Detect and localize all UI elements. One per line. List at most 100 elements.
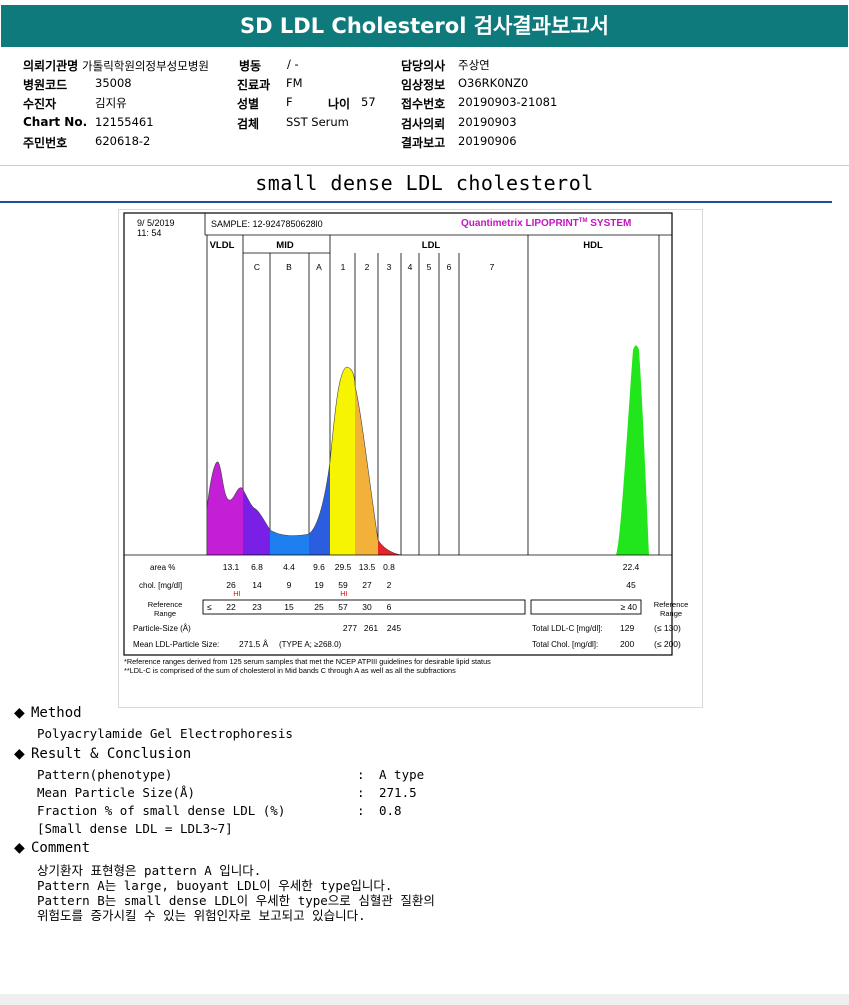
peak-segment xyxy=(355,386,378,555)
band-dividers xyxy=(206,235,660,555)
info-row-report-date: 결과보고 20190906 xyxy=(401,134,517,150)
hi-flag-vldl: HI xyxy=(233,589,241,598)
patient-info: 의뢰기관명 가톨릭학원의정부성모병원 병원코드 35008 수진자 김지유 Char… xyxy=(0,55,849,165)
mean-size-type: (TYPE A; ≥268.0) xyxy=(279,640,342,649)
band-label: C xyxy=(254,262,260,272)
report-time: 11: 54 xyxy=(137,228,161,238)
lipoprint-chart: 9/ 5/2019 11: 54 SAMPLE: 12-9247850628l0… xyxy=(123,212,689,675)
band-labels: C B A 1 2 3 4 5 6 7 xyxy=(254,262,495,272)
particle-1: 277 xyxy=(343,623,357,633)
divider-blue xyxy=(0,201,832,203)
area-value: 13.5 xyxy=(359,562,376,572)
band-label: 6 xyxy=(447,262,452,272)
ref-label-left: Reference Range xyxy=(148,600,183,618)
ref-value: 22 xyxy=(226,602,236,612)
chol-value: 14 xyxy=(252,580,262,590)
ref-row: 22 23 15 25 57 30 6 xyxy=(226,602,391,612)
hi-flag-ldl1: HI xyxy=(340,589,348,598)
result-heading: ◆ Result & Conclusion xyxy=(14,746,192,762)
total-chol-ref: (≤ 200) xyxy=(654,639,681,649)
area-value: 22.4 xyxy=(623,562,640,572)
report-title: SD LDL Cholesterol 검사결과보고서 xyxy=(1,5,848,47)
diamond-bullet-icon: ◆ xyxy=(14,705,25,721)
comment-line-4: 위험도를 증가시킬 수 있는 위험인자로 보고되고 있습니다. xyxy=(37,908,366,923)
peak-segment xyxy=(270,530,309,555)
particle-label: Particle-Size (Å) xyxy=(133,624,191,633)
group-label-ldl: LDL xyxy=(422,240,441,251)
comment-heading: ◆ Comment xyxy=(14,840,91,856)
total-ldl-label: Total LDL-C [mg/dl]: xyxy=(532,624,603,633)
group-label-vldl: VLDL xyxy=(210,240,235,251)
info-row-chart-no: Chart No. 12155461 xyxy=(23,115,154,129)
band-label: 5 xyxy=(427,262,432,272)
particle-2: 261 xyxy=(364,623,378,633)
info-row-resident-no: 주민번호 620618-2 xyxy=(23,134,151,150)
chol-value: 45 xyxy=(626,580,636,590)
info-row-hospital-code: 병원코드 35008 xyxy=(23,76,132,92)
band-label: 3 xyxy=(387,262,392,272)
info-row-reception-no: 접수번호 20190903-21081 xyxy=(401,95,558,111)
total-chol-value: 200 xyxy=(620,639,634,649)
sample-id: SAMPLE: 12-9247850628l0 xyxy=(211,219,323,229)
chol-value: 19 xyxy=(314,580,324,590)
info-row-ward: 병동 / - xyxy=(239,57,299,73)
info-row-institution: 의뢰기관명 가톨릭학원의정부성모병원 xyxy=(23,59,209,73)
result-row-size: Mean Particle Size(Å):271.5 xyxy=(37,785,417,800)
method-heading: ◆ Method xyxy=(14,705,82,721)
band-label: A xyxy=(316,262,322,272)
ref-label-right: Reference Range xyxy=(654,600,689,618)
ref-value: 57 xyxy=(338,602,348,612)
page-footer-bar xyxy=(0,994,849,1005)
chol-row: 26 14 9 19 59 27 2 45 xyxy=(226,580,636,590)
area-row: 13.1 6.8 4.4 9.6 29.5 13.5 0.8 22.4 xyxy=(223,562,640,572)
info-row-patient: 수진자 김지유 xyxy=(23,96,127,111)
info-row-specimen: 검체 SST Serum xyxy=(237,115,349,131)
info-row-age: 나이 57 xyxy=(328,95,376,111)
report-date: 9/ 5/2019 xyxy=(137,218,175,228)
footnote-2: **LDL-C is comprised of the sum of chole… xyxy=(124,666,456,675)
total-chol-label: Total Chol. [mg/dl]: xyxy=(532,640,598,649)
peak-segment xyxy=(207,461,243,555)
chol-value: 9 xyxy=(287,580,292,590)
title-bar: SD LDL Cholesterol 검사결과보고서 xyxy=(0,0,849,52)
chol-value: 2 xyxy=(387,580,392,590)
info-row-department: 진료과 FM xyxy=(237,76,303,92)
lipoprint-report-image: 9/ 5/2019 11: 54 SAMPLE: 12-9247850628l0… xyxy=(118,209,703,708)
diamond-bullet-icon: ◆ xyxy=(14,840,25,856)
ref-hdl: ≥ 40 xyxy=(621,602,638,612)
area-value: 13.1 xyxy=(223,562,240,572)
particle-3: 245 xyxy=(387,623,401,633)
group-label-mid: MID xyxy=(276,240,294,251)
result-note: [Small dense LDL = LDL3~7] xyxy=(37,821,233,836)
electrophoresis-peaks xyxy=(206,345,649,556)
peak-segment xyxy=(378,540,401,555)
area-value: 6.8 xyxy=(251,562,263,572)
total-ldl-ref: (≤ 130) xyxy=(654,623,681,633)
ref-value: 15 xyxy=(284,602,294,612)
ref-value: 6 xyxy=(387,602,392,612)
ref-value: 25 xyxy=(314,602,324,612)
method-text: Polyacrylamide Gel Electrophoresis xyxy=(37,726,293,741)
ref-le: ≤ xyxy=(207,602,212,612)
peak-segment xyxy=(243,490,270,555)
section-title: small dense LDL cholesterol xyxy=(255,171,594,195)
chart-frame xyxy=(123,212,673,656)
info-row-sex: 성별 F xyxy=(237,95,293,111)
chol-value: 27 xyxy=(362,580,372,590)
area-value: 4.4 xyxy=(283,562,295,572)
info-row-request-date: 검사의뢰 20190903 xyxy=(401,115,517,131)
area-value: 0.8 xyxy=(383,562,395,572)
peak-segment xyxy=(330,367,355,555)
mean-size-value: 271.5 Å xyxy=(239,639,269,649)
result-row-fraction: Fraction % of small dense LDL (%):0.8 xyxy=(37,803,402,818)
band-label: 4 xyxy=(408,262,413,272)
divider xyxy=(0,165,849,166)
area-value: 29.5 xyxy=(335,562,352,572)
band-label: 2 xyxy=(365,262,370,272)
ref-value: 23 xyxy=(252,602,262,612)
peak-segment xyxy=(309,462,330,555)
band-label: B xyxy=(286,262,292,272)
ref-value: 30 xyxy=(362,602,372,612)
band-label: 1 xyxy=(341,262,346,272)
mean-size-label: Mean LDL-Particle Size: xyxy=(133,640,219,649)
